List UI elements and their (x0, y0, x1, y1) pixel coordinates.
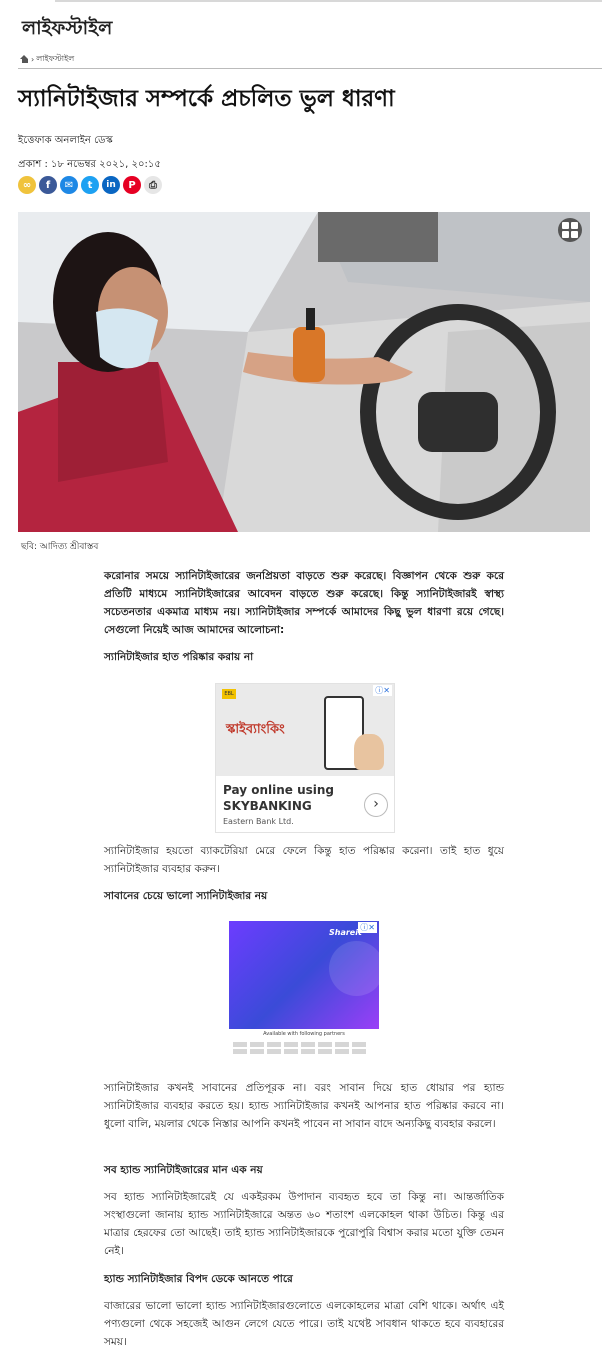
partner-logos (233, 1042, 375, 1054)
image-caption: ছবি: আদিত্য শ্রীবাস্তব (21, 542, 99, 552)
facebook-icon[interactable]: f (39, 176, 57, 194)
breadcrumb: › লাইফস্টাইল (20, 53, 74, 66)
linkedin-icon[interactable]: in (102, 176, 120, 194)
subheading-2: সাবানের চেয়ে ভালো স্যানিটাইজার নয় (104, 890, 268, 902)
bank-ad[interactable]: EBL স্কাইব্যাংকিং Pay online using SKYBA… (215, 683, 395, 833)
top-border (55, 0, 602, 2)
twitter-icon[interactable]: t (81, 176, 99, 194)
paragraph-3: স্যানিটাইজার কখনই সাবানের প্রতিপূরক না। … (104, 1082, 504, 1130)
ad-headline-line2: SKYBANKING (223, 799, 312, 813)
hero-image (18, 212, 590, 532)
ad-sponsor: Eastern Bank Ltd. (223, 817, 294, 826)
gallery-icon[interactable] (558, 218, 582, 242)
partners-label: Available with following partners (263, 1031, 345, 1037)
subheading-3: সব হ্যান্ড স্যানিটাইজারের মান এক নয় (104, 1164, 263, 1176)
ad-tagline: স্কাইব্যাংকিং (226, 722, 285, 737)
paragraph-2: স্যানিটাইজার হয়তো ব্যাকটেরিয়া মেরে ফেল… (104, 845, 504, 875)
home-icon[interactable] (20, 55, 29, 64)
page-title: স্যানিটাইজার সম্পর্কে প্রচলিত ভুল ধারণা (18, 86, 395, 112)
ad-close-icon[interactable]: ⓘ✕ (373, 685, 392, 696)
pinterest-icon[interactable]: P (123, 176, 141, 194)
messenger-icon[interactable]: ✉ (60, 176, 78, 194)
shareit-logo: Shareit (329, 928, 362, 937)
breadcrumb-separator: › (31, 55, 35, 64)
ad-headline: Pay online using SKYBANKING (223, 782, 334, 814)
subheading-4: হ্যান্ড স্যানিটাইজার বিপদ ডেকে আনতে পারে (104, 1273, 293, 1285)
divider (18, 68, 602, 69)
author: ইত্তেফাক অনলাইন ডেস্ক (18, 135, 113, 146)
link-icon[interactable]: ∞ (18, 176, 36, 194)
hero-illustration (18, 212, 590, 532)
hand-image (354, 734, 384, 770)
paragraph-4: সব হ্যান্ড স্যানিটাইজারেই যে একইরকম উপাদ… (104, 1191, 504, 1257)
ad-close-icon[interactable]: ⓘ✕ (358, 922, 377, 933)
chevron-right-icon[interactable]: › (364, 793, 388, 817)
shareit-ad[interactable]: Shareit Available with following partner… (229, 921, 379, 1061)
share-bar: ∞ f ✉ t in P ⎙ (18, 176, 162, 194)
publish-date: প্রকাশ : ১৮ নভেম্বর ২০২১, ২০:১৫ (18, 159, 161, 170)
print-icon[interactable]: ⎙ (144, 176, 162, 194)
ad-headline-line1: Pay online using (223, 783, 335, 797)
bank-logo: EBL (222, 689, 236, 699)
ad-glow (329, 941, 379, 996)
breadcrumb-current[interactable]: লাইফস্টাইল (36, 53, 74, 66)
section-title[interactable]: লাইফস্টাইল (22, 14, 112, 46)
paragraph-5: বাজারের ভালো ভালো হ্যান্ড স্যানিটাইজারগু… (104, 1300, 504, 1348)
subheading-1: স্যানিটাইজার হাত পরিষ্কার করায় না (104, 651, 254, 663)
article-intro: করোনার সময়ে স্যানিটাইজারের জনপ্রিয়তা ব… (104, 570, 504, 636)
